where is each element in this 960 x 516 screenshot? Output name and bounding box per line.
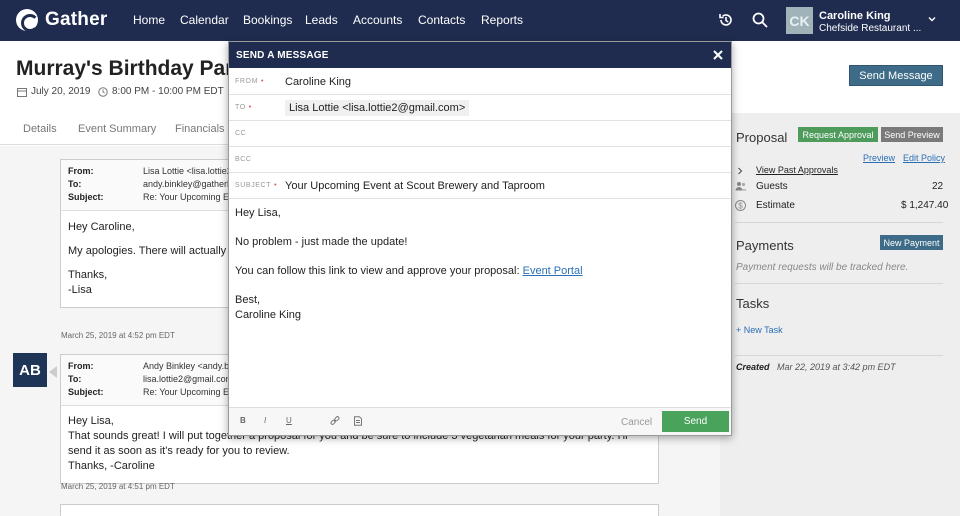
to-label: To: xyxy=(68,374,82,384)
tab-details[interactable]: Details xyxy=(23,123,57,135)
created-value: Mar 22, 2019 at 3:42 pm EDT xyxy=(777,362,896,372)
nav-contacts[interactable]: Contacts xyxy=(418,13,465,27)
edit-policy-link[interactable]: Edit Policy xyxy=(903,153,945,163)
cc-field-label: CC xyxy=(235,130,247,137)
subject-field-value[interactable]: Your Upcoming Event at Scout Brewery and… xyxy=(285,180,545,192)
proposal-heading: Proposal xyxy=(736,130,788,145)
payments-note: Payment requests will be tracked here. xyxy=(736,262,909,273)
dialog-title: SEND A MESSAGE xyxy=(236,50,329,61)
user-avatar[interactable]: CK xyxy=(786,7,813,34)
cancel-button[interactable]: Cancel xyxy=(621,417,652,428)
search-icon[interactable] xyxy=(751,11,769,29)
compose-closing: Best, xyxy=(235,294,261,306)
cc-field[interactable]: CC xyxy=(229,121,731,147)
compose-line: You can follow this link to view and app… xyxy=(235,265,583,277)
from-field-label: FROM • xyxy=(235,78,265,85)
svg-text:$: $ xyxy=(738,201,743,210)
guests-value: 22 xyxy=(932,181,944,192)
underline-button[interactable]: U xyxy=(286,416,292,425)
nav-accounts[interactable]: Accounts xyxy=(353,13,402,27)
event-time: 8:00 PM - 10:00 PM EDT xyxy=(98,86,224,97)
subject-label: Subject: xyxy=(68,192,104,202)
event-date: July 20, 2019 xyxy=(17,86,91,97)
dialog-header: SEND A MESSAGE xyxy=(229,42,731,68)
bcc-field-label: BCC xyxy=(235,156,252,163)
nav-home[interactable]: Home xyxy=(133,13,165,27)
preview-link[interactable]: Preview xyxy=(863,153,895,163)
message-timestamp: March 25, 2019 at 4:52 pm EDT xyxy=(61,331,175,340)
nav-reports[interactable]: Reports xyxy=(481,13,523,27)
divider xyxy=(735,355,943,356)
tab-event-summary[interactable]: Event Summary xyxy=(78,123,156,135)
to-label: To: xyxy=(68,179,82,189)
dollar-icon: $ xyxy=(735,200,746,211)
thread-message xyxy=(60,504,659,516)
clock-icon xyxy=(98,86,108,97)
event-portal-link[interactable]: Event Portal xyxy=(523,265,583,277)
link-icon[interactable] xyxy=(330,416,340,426)
compose-line: No problem - just made the update! xyxy=(235,236,408,248)
guests-label: Guests xyxy=(756,181,788,192)
to-value: lisa.lottie2@gmail.com xyxy=(143,374,234,384)
event-title: Murray's Birthday Party xyxy=(16,57,253,80)
event-date-text: July 20, 2019 xyxy=(31,86,91,97)
chevron-down-icon[interactable] xyxy=(928,15,936,23)
to-field[interactable]: TO • Lisa Lottie <lisa.lottie2@gmail.com> xyxy=(229,95,731,121)
bcc-field[interactable]: BCC xyxy=(229,147,731,173)
request-approval-button[interactable]: Request Approval xyxy=(798,127,878,142)
from-label: From: xyxy=(68,361,94,371)
logo-text: Gather xyxy=(45,9,108,30)
top-navigation-bar: Gather Home Calendar Bookings Leads Acco… xyxy=(0,0,960,41)
created-label: Created xyxy=(736,362,770,372)
new-payment-button[interactable]: New Payment xyxy=(880,235,943,250)
gather-logo[interactable]: Gather xyxy=(16,9,108,32)
from-field-value[interactable]: Caroline King xyxy=(285,76,351,88)
editor-toolbar: B I U Cancel Send xyxy=(229,407,731,435)
message-body-editor[interactable]: Hey Lisa, No problem - just made the upd… xyxy=(235,206,725,337)
guests-icon xyxy=(735,182,747,191)
calendar-icon xyxy=(17,87,27,97)
compose-signature: Caroline King xyxy=(235,309,302,321)
divider xyxy=(735,222,943,223)
send-preview-button[interactable]: Send Preview xyxy=(881,127,943,142)
italic-button[interactable]: I xyxy=(264,416,266,425)
nav-leads[interactable]: Leads xyxy=(305,13,338,27)
view-past-approvals-link[interactable]: View Past Approvals xyxy=(756,165,838,175)
subject-label: Subject: xyxy=(68,387,104,397)
message-line: Thanks, -Caroline xyxy=(68,460,155,472)
send-message-button[interactable]: Send Message xyxy=(849,65,943,86)
bold-button[interactable]: B xyxy=(240,416,246,425)
divider xyxy=(735,283,943,284)
message-pointer xyxy=(49,366,57,378)
payments-heading: Payments xyxy=(736,238,794,253)
from-field[interactable]: FROM • Caroline King xyxy=(229,69,731,95)
user-venue: Chefside Restaurant ... xyxy=(819,23,922,34)
new-task-link[interactable]: + New Task xyxy=(736,325,783,335)
history-icon[interactable] xyxy=(717,11,735,29)
to-field-label: TO • xyxy=(235,104,252,111)
from-label: From: xyxy=(68,166,94,176)
nav-bookings[interactable]: Bookings xyxy=(243,13,292,27)
chevron-right-icon[interactable] xyxy=(737,167,743,175)
user-name[interactable]: Caroline King xyxy=(819,10,891,22)
gather-logo-mark-icon xyxy=(16,9,39,32)
sender-avatar: AB xyxy=(13,353,47,387)
tab-financials[interactable]: Financials xyxy=(175,123,225,135)
estimate-label: Estimate xyxy=(756,200,795,211)
message-timestamp: March 25, 2019 at 4:51 pm EDT xyxy=(61,482,175,491)
document-icon[interactable] xyxy=(353,416,363,426)
estimate-value: $ 1,247.40 xyxy=(901,200,949,211)
event-time-text: 8:00 PM - 10:00 PM EDT xyxy=(112,86,224,97)
close-icon[interactable] xyxy=(711,48,725,62)
nav-calendar[interactable]: Calendar xyxy=(180,13,229,27)
tasks-heading: Tasks xyxy=(736,296,770,311)
compose-greeting: Hey Lisa, xyxy=(235,207,281,219)
send-button[interactable]: Send xyxy=(662,411,729,432)
send-message-dialog: SEND A MESSAGE FROM • Caroline King TO • L… xyxy=(228,41,732,436)
subject-field-label: SUBJECT • xyxy=(235,182,278,189)
recipient-chip[interactable]: Lisa Lottie <lisa.lottie2@gmail.com> xyxy=(285,100,470,116)
subject-field[interactable]: SUBJECT • Your Upcoming Event at Scout Br… xyxy=(229,173,731,199)
